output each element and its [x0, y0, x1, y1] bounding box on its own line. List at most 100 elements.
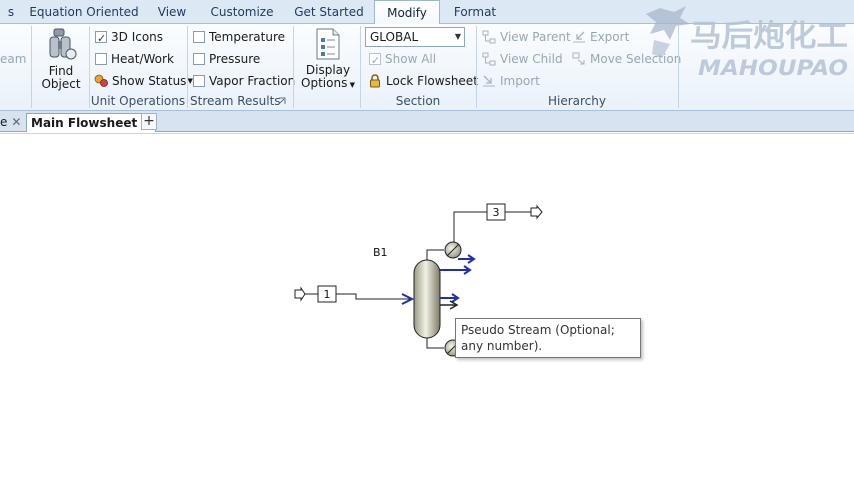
view-parent-icon [482, 30, 496, 44]
group-separator [678, 26, 679, 108]
show-status-button[interactable]: Show Status ▼ [94, 71, 193, 91]
checkbox-checked-icon [369, 51, 381, 71]
heat-work-label: Heat/Work [111, 52, 174, 66]
export-label: Export [590, 30, 630, 44]
view-child-label: View Child [500, 52, 563, 66]
ribbon-panel: eam Find Object 3D Icons Heat/Work Show … [0, 24, 854, 111]
checkbox-unchecked-icon [193, 31, 205, 43]
display-options-label-2-wrap: Options ▼ [300, 77, 356, 92]
tooltip-text: Pseudo Stream (Optional; any number). [461, 323, 615, 353]
add-tab-button[interactable]: + [141, 113, 157, 130]
lock-flowsheet-button[interactable]: Lock Flowsheet [368, 71, 478, 91]
close-icon[interactable]: ✕ [11, 115, 21, 129]
group-separator [360, 26, 361, 108]
temperature-checkbox[interactable]: Temperature [193, 27, 285, 47]
checkbox-unchecked-icon [193, 75, 205, 87]
tab-view[interactable]: View [146, 0, 198, 24]
stream-3-label: 3 [493, 206, 500, 219]
heat-work-checkbox[interactable]: Heat/Work [95, 49, 174, 69]
find-object-label-2: Object [41, 77, 81, 91]
status-icon [94, 74, 108, 87]
distillation-column-b1-icon[interactable] [413, 259, 441, 339]
stream-1-line[interactable] [336, 293, 410, 300]
binoculars-icon [49, 28, 77, 60]
pressure-label: Pressure [209, 52, 261, 66]
3d-icons-label: 3D Icons [111, 30, 164, 44]
section-group-label: Section [395, 94, 441, 108]
stream-1-label-box[interactable]: 1 [317, 285, 337, 303]
checkbox-unchecked-icon [95, 53, 107, 65]
pressure-checkbox[interactable]: Pressure [193, 49, 260, 69]
vapor-fraction-checkbox[interactable]: Vapor Fraction [193, 71, 295, 91]
show-all-checkbox[interactable]: Show All [369, 49, 437, 71]
liquid-outlet-port-icon[interactable] [440, 265, 472, 275]
tab-cutoff[interactable]: s [0, 0, 22, 24]
show-all-label: Show All [385, 52, 437, 66]
stream-button-cutoff[interactable]: eam [0, 49, 26, 69]
product-stream-arrow-icon[interactable] [505, 204, 543, 220]
move-selection-button[interactable]: Move Selection [572, 49, 681, 69]
doc-tab-main-flowsheet-label: Main Flowsheet [31, 116, 138, 130]
block-b1-label: B1 [373, 246, 388, 259]
display-options-icon [316, 28, 340, 60]
dialog-launcher-icon[interactable] [278, 97, 286, 105]
tab-format[interactable]: Format [442, 0, 508, 24]
export-icon [573, 31, 585, 43]
stream-3-label-box[interactable]: 3 [486, 203, 506, 221]
tab-get-started[interactable]: Get Started [286, 0, 372, 24]
export-button[interactable]: Export [572, 27, 629, 47]
vapor-fraction-label: Vapor Fraction [209, 74, 296, 88]
display-options-button[interactable]: Display Options ▼ [300, 27, 356, 91]
section-dropdown[interactable]: GLOBAL ▼ [365, 27, 465, 47]
condenser-icon[interactable] [444, 241, 462, 259]
show-status-label: Show Status [112, 74, 187, 88]
tab-equation-oriented[interactable]: Equation Oriented [22, 0, 146, 24]
view-child-button[interactable]: View Child [482, 49, 563, 69]
lock-icon [370, 74, 380, 88]
view-child-icon [482, 52, 496, 66]
section-dropdown-value: GLOBAL [370, 30, 419, 44]
stream-results-group-label: Stream Results [190, 94, 281, 108]
view-parent-button[interactable]: View Parent [482, 27, 571, 47]
import-button[interactable]: Import [482, 71, 540, 91]
pseudo-stream-port-icon[interactable] [440, 300, 459, 310]
flowsheet-drawing: 1 B1 3 [294, 203, 543, 357]
feed-stream-arrow-icon[interactable] [294, 286, 318, 302]
distillate-line[interactable] [453, 211, 487, 242]
import-label: Import [500, 74, 540, 88]
group-separator [293, 26, 294, 108]
move-selection-label: Move Selection [590, 52, 682, 66]
doc-tab-previous-label: e [0, 115, 8, 129]
tab-customize[interactable]: Customize [198, 0, 286, 24]
stream-1-label: 1 [324, 288, 331, 301]
find-object-button[interactable]: Find Object [39, 27, 83, 91]
group-separator [31, 26, 32, 108]
side-draw-port-icon[interactable] [440, 293, 460, 303]
ribbon-tab-bar: s Equation Oriented View Customize Get S… [0, 0, 854, 25]
group-separator [187, 26, 188, 108]
3d-icons-checkbox[interactable]: 3D Icons [95, 27, 164, 49]
stream-button-label: eam [0, 52, 27, 66]
tab-modify[interactable]: Modify [374, 0, 440, 25]
document-tab-bar: e✕ Main Flowsheet✕ + [0, 111, 854, 132]
group-separator [476, 26, 477, 108]
doc-tab-main-flowsheet[interactable]: Main Flowsheet✕ [26, 113, 157, 132]
reboiler-piping [426, 338, 444, 349]
move-selection-icon [572, 52, 585, 65]
flowsheet-canvas[interactable]: 1 B1 3 Pseudo Stream (Optional; any numb… [0, 133, 854, 504]
condenser-piping [426, 249, 444, 260]
lock-flowsheet-label: Lock Flowsheet [386, 74, 478, 88]
doc-tab-previous[interactable]: e ✕ [0, 113, 25, 132]
pseudo-stream-tooltip: Pseudo Stream (Optional; any number). [455, 318, 641, 358]
dropdown-arrow-icon: ▼ [347, 81, 355, 89]
unit-operations-group-label: Unit Operations [90, 94, 186, 108]
checkbox-unchecked-icon [193, 53, 205, 65]
import-icon [483, 75, 495, 87]
dropdown-arrow-icon: ▼ [454, 32, 461, 41]
vapor-outlet-port-icon[interactable] [458, 254, 476, 264]
checkbox-checked-icon [95, 29, 107, 49]
view-parent-label: View Parent [500, 30, 571, 44]
hierarchy-group-label: Hierarchy [547, 94, 606, 108]
temperature-label: Temperature [209, 30, 286, 44]
display-options-label-2: Options [301, 76, 348, 90]
